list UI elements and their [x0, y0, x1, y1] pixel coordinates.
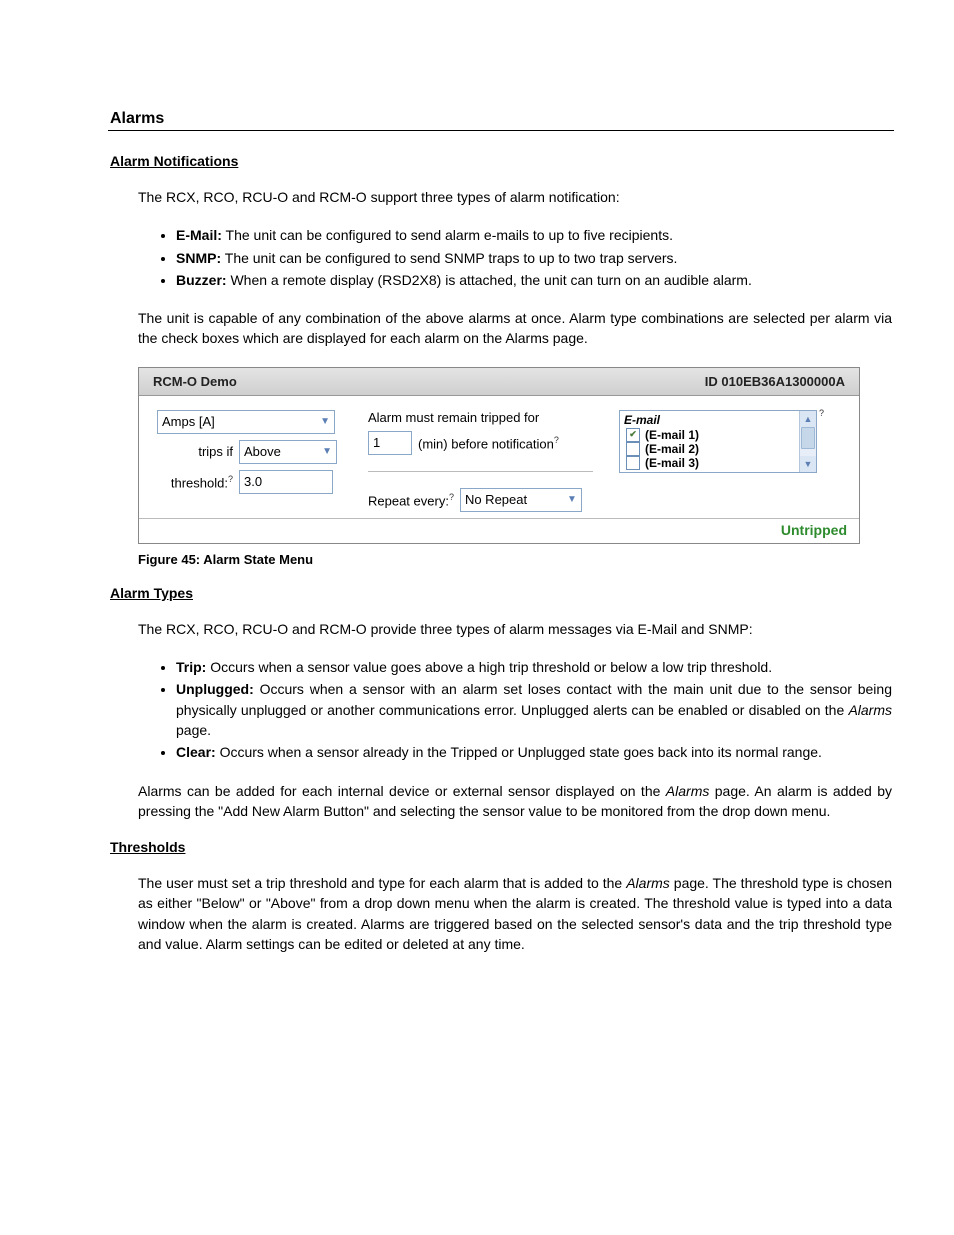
sensor-select[interactable]: Amps [A]▼	[157, 410, 335, 434]
scroll-up-icon[interactable]: ▲	[800, 411, 816, 427]
notifications-intro: The RCX, RCO, RCU-O and RCM-O support th…	[138, 187, 892, 207]
section-thresholds-title: Thresholds	[110, 839, 894, 855]
section-types-title: Alarm Types	[110, 585, 894, 601]
types-intro: The RCX, RCO, RCU-O and RCM-O provide th…	[138, 619, 892, 639]
scroll-down-icon[interactable]: ▼	[800, 456, 816, 472]
email-option-1[interactable]: ✔(E-mail 1)	[624, 428, 814, 442]
divider	[368, 471, 593, 472]
checkbox-icon	[626, 442, 640, 456]
alarm-state-panel: RCM-O Demo ID 010EB36A1300000A Amps [A]▼…	[138, 367, 860, 544]
panel-id: ID 010EB36A1300000A	[705, 374, 845, 389]
threshold-input[interactable]: 3.0	[239, 470, 333, 494]
chevron-down-icon: ▼	[322, 446, 332, 457]
email-header: E-mail	[624, 413, 814, 428]
direction-select[interactable]: Above▼	[239, 440, 337, 464]
notifications-outro: The unit is capable of any combination o…	[138, 308, 892, 349]
divider	[108, 130, 894, 131]
scrollbar[interactable]: ▲ ▼	[799, 411, 816, 472]
threshold-label: threshold:?	[157, 474, 233, 490]
email-option-2[interactable]: (E-mail 2)	[624, 442, 814, 456]
trips-if-label: trips if	[157, 444, 233, 459]
panel-title: RCM-O Demo	[153, 374, 237, 389]
types-list: Trip: Occurs when a sensor value goes ab…	[138, 657, 892, 762]
types-outro: Alarms can be added for each internal de…	[138, 781, 892, 822]
checkbox-icon	[626, 456, 640, 470]
list-item: Buzzer: When a remote display (RSD2X8) i…	[176, 270, 892, 290]
status-badge: Untripped	[781, 522, 847, 538]
email-targets-list: E-mail ✔(E-mail 1) (E-mail 2) (E-mail 3)…	[619, 410, 817, 473]
list-item: SNMP: The unit can be configured to send…	[176, 248, 892, 268]
chevron-down-icon: ▼	[320, 416, 330, 427]
chevron-down-icon: ▼	[567, 494, 577, 505]
repeat-label: Repeat every:?	[368, 492, 454, 508]
section-notifications-title: Alarm Notifications	[110, 153, 894, 169]
remain-label: Alarm must remain tripped for	[368, 410, 593, 425]
scroll-thumb[interactable]	[801, 427, 815, 449]
figure-caption: Figure 45: Alarm State Menu	[138, 552, 894, 567]
thresholds-body: The user must set a trip threshold and t…	[138, 873, 892, 954]
notifications-list: E-Mail: The unit can be configured to se…	[138, 225, 892, 290]
checkbox-checked-icon: ✔	[626, 428, 640, 442]
list-item: Clear: Occurs when a sensor already in t…	[176, 742, 892, 762]
remain-suffix: (min) before notification?	[418, 435, 559, 451]
list-item: Unplugged: Occurs when a sensor with an …	[176, 679, 892, 740]
page-title: Alarms	[110, 110, 894, 128]
repeat-select[interactable]: No Repeat▼	[460, 488, 582, 512]
email-option-3[interactable]: (E-mail 3)	[624, 456, 814, 470]
remain-minutes-input[interactable]: 1	[368, 431, 412, 455]
list-item: Trip: Occurs when a sensor value goes ab…	[176, 657, 892, 677]
list-item: E-Mail: The unit can be configured to se…	[176, 225, 892, 245]
